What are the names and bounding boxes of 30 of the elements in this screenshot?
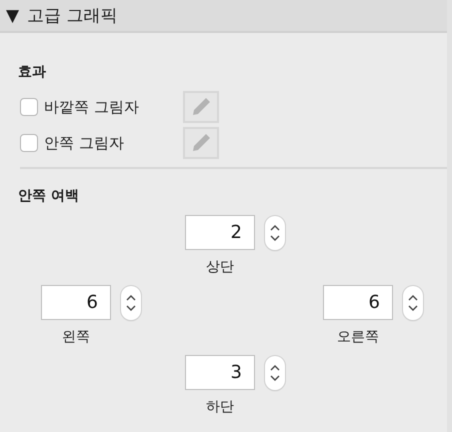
- number-field[interactable]: 3: [185, 355, 255, 390]
- number-field[interactable]: 6: [41, 285, 111, 320]
- stepper[interactable]: [121, 286, 141, 320]
- checkbox-label: 바깥쪽 그림자: [44, 98, 140, 116]
- field-label: 상단: [205, 258, 235, 276]
- down-chevron-icon: [408, 304, 418, 310]
- down-chevron-icon: [126, 304, 136, 310]
- pencil-icon: [190, 132, 212, 154]
- disclosure-triangle[interactable]: ▼: [6, 6, 20, 26]
- number-field[interactable]: 6: [323, 285, 393, 320]
- section-heading: 안쪽 여백: [18, 187, 80, 206]
- checkbox[interactable]: [20, 98, 38, 116]
- checkbox-label: 안쪽 그림자: [44, 134, 125, 152]
- section-title: 고급 그래픽: [27, 5, 118, 27]
- stepper[interactable]: [403, 286, 423, 320]
- up-chevron-icon: [270, 224, 280, 230]
- up-chevron-icon: [126, 294, 136, 300]
- field-label: 하단: [205, 398, 235, 416]
- pencil-icon: [190, 96, 212, 118]
- up-chevron-icon: [270, 364, 280, 370]
- field-label: 왼쪽: [61, 328, 91, 346]
- up-chevron-icon: [408, 294, 418, 300]
- down-chevron-icon: [270, 234, 280, 240]
- section-heading: 효과: [18, 63, 47, 82]
- checkbox[interactable]: [20, 134, 38, 152]
- stepper[interactable]: [265, 356, 285, 390]
- field-label: 오른쪽: [336, 328, 380, 346]
- down-chevron-icon: [270, 374, 280, 380]
- stepper[interactable]: [265, 216, 285, 250]
- number-field[interactable]: 2: [185, 215, 255, 250]
